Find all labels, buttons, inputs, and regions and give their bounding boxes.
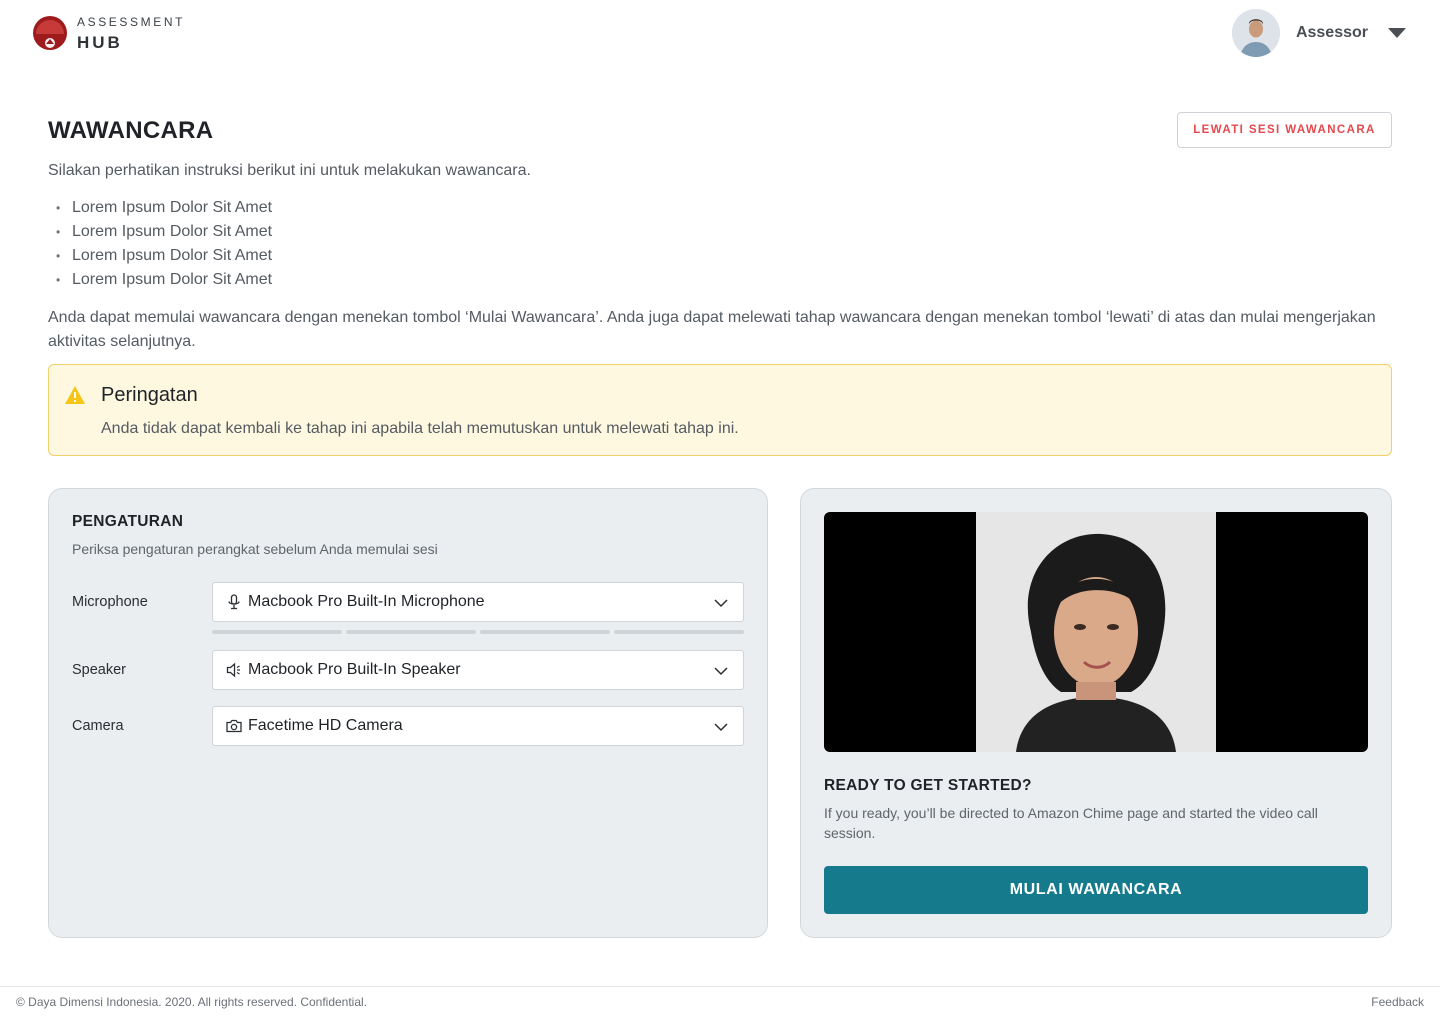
camera-icon (226, 718, 242, 734)
microphone-icon (226, 594, 242, 610)
meter-segment (346, 630, 476, 634)
settings-panel: PENGATURAN Periksa pengaturan perangkat … (48, 488, 768, 938)
speaker-icon (226, 662, 242, 678)
microphone-label: Microphone (72, 594, 148, 610)
camera-select[interactable]: Facetime HD Camera (212, 706, 744, 746)
speaker-label: Speaker (72, 662, 127, 678)
mic-level-meter (212, 630, 744, 634)
logo-bottom-text: HUB (77, 32, 123, 52)
description-text: Anda dapat memulai wawancara dengan mene… (48, 309, 1376, 350)
microphone-select[interactable]: Macbook Pro Built-In Microphone (212, 582, 744, 622)
settings-subtitle: Periksa pengaturan perangkat sebelum And… (72, 541, 438, 557)
logo[interactable]: ASSESSMENT HUB (31, 14, 185, 52)
warning-alert: Peringatan Anda tidak dapat kembali ke t… (48, 364, 1392, 456)
person-image (976, 512, 1216, 752)
avatar[interactable] (1231, 9, 1280, 57)
camera-feed (976, 512, 1216, 752)
meter-segment (212, 630, 342, 634)
list-item: • Lorem Ipsum Dolor Sit Amet (56, 270, 272, 294)
skip-interview-button[interactable]: LEWATI SESI WAWANCARA (1177, 112, 1392, 148)
start-interview-button[interactable]: MULAI WAWANCARA (824, 866, 1368, 914)
speaker-value: Macbook Pro Built-In Speaker (248, 661, 461, 678)
bullet-icon: • (56, 273, 61, 287)
camera-value: Facetime HD Camera (248, 717, 403, 734)
warning-title: Peringatan (101, 384, 198, 406)
logo-mark-icon (33, 16, 67, 50)
avatar-image (1231, 9, 1280, 57)
settings-title: PENGATURAN (72, 513, 184, 530)
instruction-list: • Lorem Ipsum Dolor Sit Amet • Lorem Ipsum… (56, 198, 272, 294)
feedback-link[interactable]: Feedback (1371, 995, 1424, 1009)
logo-top-text: ASSESSMENT (77, 14, 186, 29)
list-item: • Lorem Ipsum Dolor Sit Amet (56, 222, 272, 246)
user-name: Assessor (1295, 24, 1368, 41)
warning-icon (65, 386, 85, 404)
meter-segment (614, 630, 744, 634)
user-menu[interactable]: Assessor (1231, 8, 1406, 58)
video-preview (824, 512, 1368, 752)
chevron-down-icon (714, 723, 728, 732)
video-preview-panel: READY TO GET STARTED? If you ready, you’… (800, 488, 1392, 938)
bullet-icon: • (56, 225, 61, 239)
intro-text: Silakan perhatikan instruksi berikut ini… (48, 162, 531, 179)
ready-title: READY TO GET STARTED? (824, 777, 1032, 794)
bullet-icon: • (56, 201, 61, 215)
speaker-select[interactable]: Macbook Pro Built-In Speaker (212, 650, 744, 690)
microphone-value: Macbook Pro Built-In Microphone (248, 593, 485, 610)
chevron-down-icon (714, 599, 728, 608)
meter-segment (480, 630, 610, 634)
top-bar: ASSESSMENT HUB Assessor (0, 0, 1440, 66)
camera-label: Camera (72, 718, 124, 734)
list-item: • Lorem Ipsum Dolor Sit Amet (56, 246, 272, 270)
page-title: WAWANCARA (48, 117, 214, 144)
caret-down-icon[interactable] (1388, 28, 1406, 38)
footer: © Daya Dimensi Indonesia. 2020. All righ… (0, 986, 1440, 1018)
warning-text: Anda tidak dapat kembali ke tahap ini ap… (101, 420, 739, 437)
chevron-down-icon (714, 667, 728, 676)
list-item: • Lorem Ipsum Dolor Sit Amet (56, 198, 272, 222)
copyright-text: © Daya Dimensi Indonesia. 2020. All righ… (16, 995, 368, 1009)
ready-text: If you ready, you’ll be directed to Amaz… (824, 805, 1318, 841)
bullet-icon: • (56, 249, 61, 263)
